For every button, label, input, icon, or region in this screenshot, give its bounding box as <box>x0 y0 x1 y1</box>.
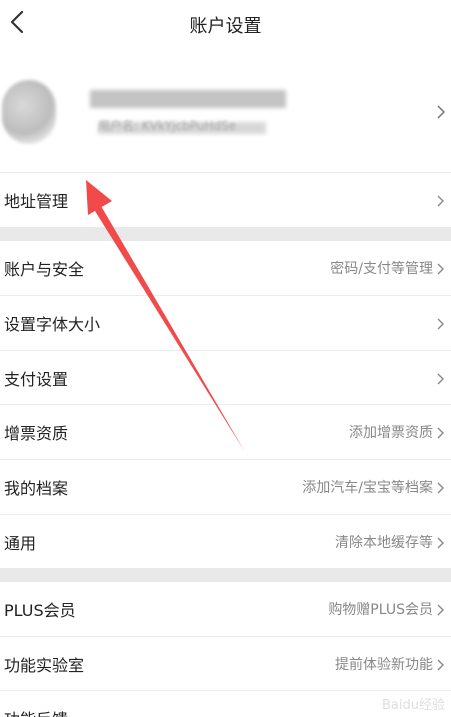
row-vat-invoice[interactable]: 增票资质 添加增票资质 <box>0 405 451 459</box>
row-font-size[interactable]: 设置字体大小 <box>0 296 451 350</box>
profile-chevron-icon[interactable] <box>435 104 449 120</box>
row-label: 通用 <box>4 534 37 553</box>
row-hint: 添加增票资质 <box>349 425 433 441</box>
row-hint: 清除本地缓存等 <box>335 535 433 551</box>
profile-card[interactable] <box>0 48 451 172</box>
row-general[interactable]: 通用 清除本地缓存等 <box>0 515 451 569</box>
row-hint: 添加汽车/宝宝等档案 <box>302 480 433 496</box>
section-gap <box>0 227 451 241</box>
row-plus-membership[interactable]: PLUS会员 购物赠PLUS会员 <box>0 582 451 636</box>
chevron-right-icon <box>435 602 449 618</box>
section-gap <box>0 568 451 582</box>
chevron-right-icon <box>435 193 449 209</box>
row-payment-settings[interactable]: 支付设置 <box>0 351 451 405</box>
chevron-right-icon <box>435 657 449 673</box>
row-label: 设置字体大小 <box>4 315 101 334</box>
row-address-management[interactable]: 地址管理 <box>0 173 451 227</box>
row-label: 增票资质 <box>4 424 69 443</box>
chevron-right-icon <box>435 316 449 332</box>
chevron-right-icon <box>435 371 449 387</box>
row-my-profile[interactable]: 我的档案 添加汽车/宝宝等档案 <box>0 460 451 514</box>
row-label: PLUS会员 <box>4 601 76 620</box>
row-label: 功能反馈 <box>4 706 68 717</box>
row-account-security[interactable]: 账户与安全 密码/支付等管理 <box>0 241 451 295</box>
row-label: 我的档案 <box>4 479 69 498</box>
account-id-text: 用户名: KVkYjcbPuHdSe <box>98 119 237 133</box>
watermark: Baidu经验 <box>382 698 445 713</box>
chevron-right-icon <box>435 535 449 551</box>
chevron-right-icon <box>435 425 449 441</box>
row-label: 支付设置 <box>4 370 69 389</box>
row-label: 地址管理 <box>4 192 69 211</box>
row-hint: 密码/支付等管理 <box>330 261 433 277</box>
chevron-right-icon <box>435 261 449 277</box>
row-feature-lab[interactable]: 功能实验室 提前体验新功能 <box>0 637 451 691</box>
username-blurred <box>90 90 286 108</box>
header-bar: 账户设置 <box>0 0 451 48</box>
row-hint: 购物赠PLUS会员 <box>328 602 433 618</box>
page-title: 账户设置 <box>189 16 262 37</box>
row-hint: 提前体验新功能 <box>335 657 433 673</box>
chevron-right-icon <box>435 480 449 496</box>
row-label: 功能实验室 <box>4 656 85 675</box>
row-label: 账户与安全 <box>4 260 85 279</box>
avatar[interactable] <box>2 80 56 144</box>
